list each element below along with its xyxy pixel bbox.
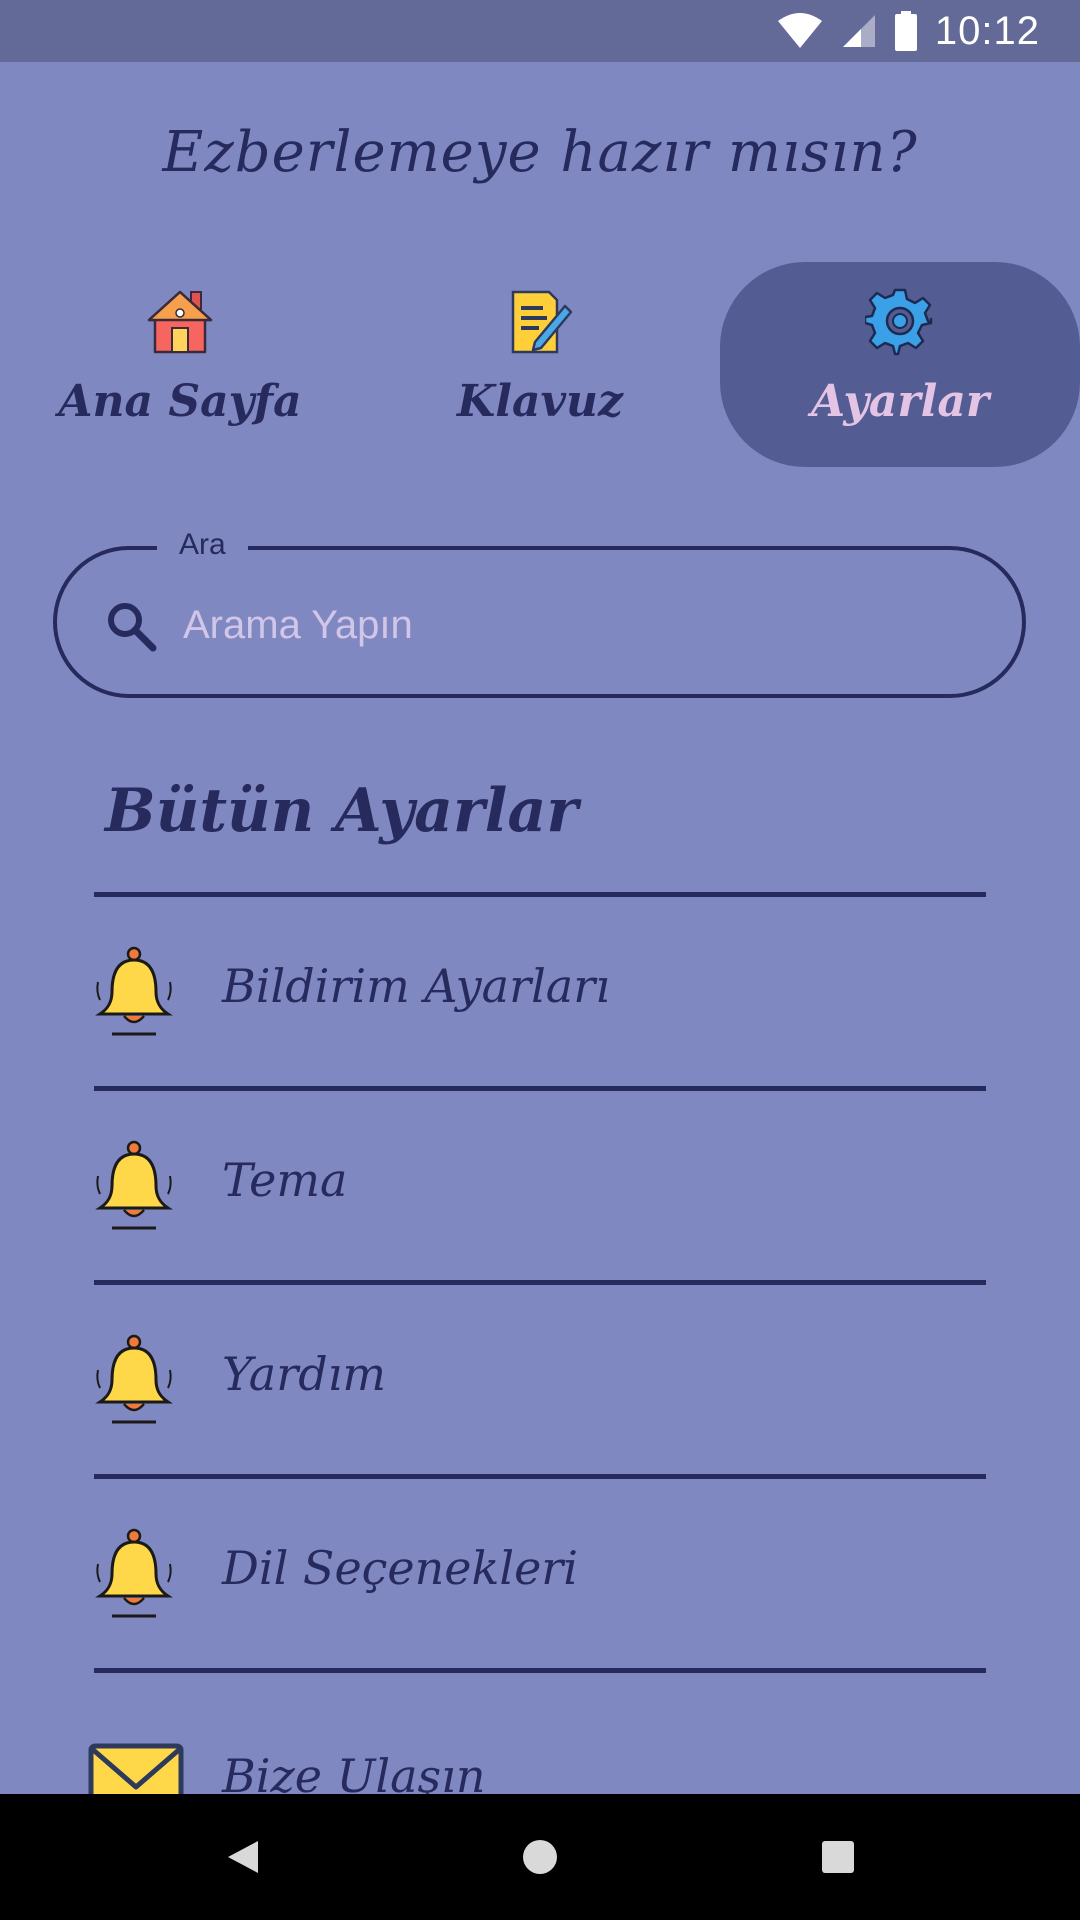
settings-item-notifications[interactable]: Bildirim Ayarları [94,897,986,1087]
home-circle-icon[interactable] [510,1827,570,1887]
settings-item-language[interactable]: Dil Seçenekleri [94,1479,986,1669]
tab-settings-label: Ayarlar [810,376,990,427]
tab-guide[interactable]: Klavuz [360,262,720,467]
status-time: 10:12 [934,8,1040,53]
settings-item-help[interactable]: Yardım [94,1285,986,1475]
page-title: Ezberlemeye hazır mısın? [162,120,918,185]
bell-icon [95,946,173,1036]
gear-icon [865,288,933,356]
tab-home-label: Ana Sayfa [58,376,302,427]
back-icon[interactable] [212,1827,272,1887]
search-field[interactable]: Ara [53,528,1026,698]
settings-item-theme[interactable]: Tema [94,1091,986,1281]
document-pen-icon [511,290,573,354]
settings-item-label: Yardım [222,1347,386,1401]
tab-settings[interactable]: Ayarlar [720,262,1080,467]
search-input[interactable] [181,586,965,664]
tab-bar: Ana Sayfa Klavuz Ayarlar [0,262,1080,467]
search-icon [108,603,157,652]
bell-icon [95,1334,173,1424]
battery-icon [894,11,917,51]
bell-icon [95,1528,173,1618]
settings-item-label: Bildirim Ayarları [222,959,610,1013]
home-icon [147,290,213,354]
system-nav-bar [0,1794,1080,1920]
search-legend: Ara [157,528,248,562]
status-bar: 10:12 [0,0,1080,62]
wifi-icon [777,13,822,48]
status-icons: 10:12 [777,8,1040,54]
cellular-signal-icon [842,15,875,47]
settings-item-label: Tema [222,1153,348,1207]
bell-icon [95,1140,173,1230]
recents-icon[interactable] [808,1827,868,1887]
tab-home[interactable]: Ana Sayfa [0,262,360,467]
settings-item-label: Dil Seçenekleri [222,1541,579,1595]
tab-guide-label: Klavuz [456,376,623,427]
section-title: Bütün Ayarlar [105,776,578,846]
settings-screen: 10:12 Ezberlemeye hazır mısın? Ana Sayfa [0,0,1080,1920]
